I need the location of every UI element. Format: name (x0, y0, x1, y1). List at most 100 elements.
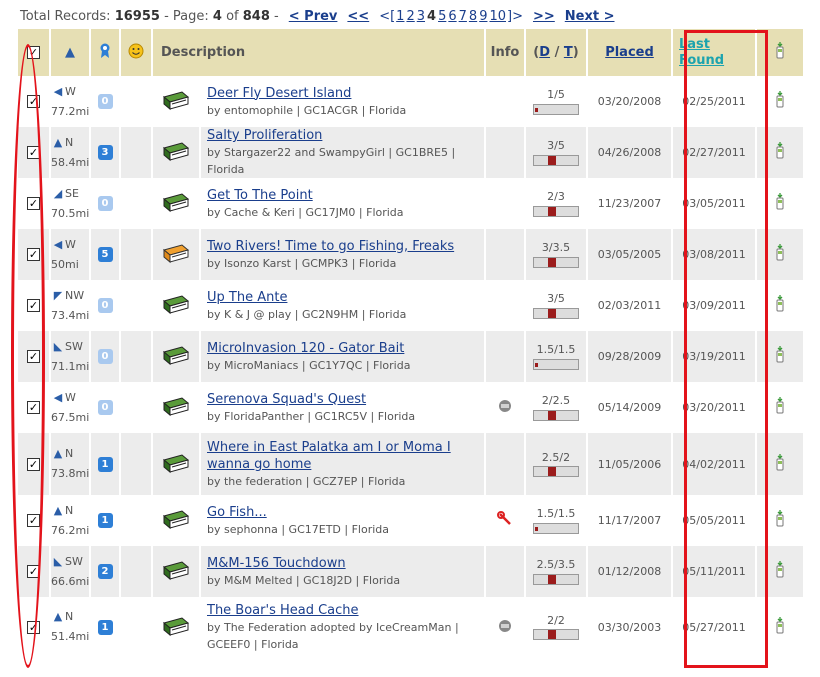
description-cell: MicroInvasion 120 - Gator Bait by MicroMa… (200, 331, 486, 382)
cache-type-cell (152, 546, 201, 597)
description-cell: Salty Proliferation by Stargazer22 and Sw… (200, 127, 486, 178)
distance-label: 50mi (51, 257, 79, 271)
placed-date: 03/30/2003 (587, 597, 673, 657)
cache-type-cell (152, 331, 201, 382)
favorites-badge: 0 (97, 349, 113, 364)
description-cell: Up The Ante by K & J @ play | GC2N9HM | F… (200, 280, 486, 331)
spacer-cell (120, 229, 153, 280)
page-number-link[interactable]: 6 (448, 9, 456, 24)
difficulty-terrain-cell: 1.5/1.5 (525, 495, 588, 546)
dt-rating-bar (533, 573, 579, 585)
page-number-link[interactable]: 10 (489, 9, 506, 24)
page-number-link[interactable]: 9 (479, 9, 487, 24)
description-cell: Get To The Point by Cache & Keri | GC17JM… (200, 178, 486, 229)
page-number-link[interactable]: 7 (459, 9, 467, 24)
difficulty-sort-link[interactable]: D (539, 45, 550, 60)
description-header: Description (152, 29, 486, 76)
favorites-cell: 0 (90, 76, 121, 127)
cache-name-link[interactable]: Serenova Squad's Quest (207, 392, 366, 407)
cache-name-link[interactable]: Up The Ante (207, 290, 287, 305)
gps-download-icon (776, 295, 784, 312)
info-cell (485, 127, 526, 178)
page-number-link[interactable]: 1 (396, 9, 404, 24)
direction-label: SW (65, 339, 83, 353)
favorites-cell: 3 (90, 127, 121, 178)
cache-type-icon (162, 510, 190, 533)
direction-cell: ◤ NW 73.4mi (50, 280, 91, 331)
total-records-count: 16955 (114, 8, 160, 24)
cache-type-icon (162, 397, 190, 420)
direction-arrow-icon: ◣ (53, 339, 63, 353)
prev-page-link[interactable]: < Prev (289, 9, 338, 24)
direction-cell: ◣ SW 66.6mi (50, 546, 91, 597)
page-number-link[interactable]: 3 (417, 9, 425, 24)
favorites-cell: 0 (90, 331, 121, 382)
spacer-cell (120, 331, 153, 382)
direction-arrow-icon: ◤ (53, 288, 63, 302)
gps-download-icon (776, 91, 784, 108)
cache-owner-line: by M&M Melted | GC18J2D | Florida (207, 573, 401, 587)
last-page-link[interactable]: >> (533, 9, 555, 24)
page-number-link[interactable]: 2 (406, 9, 414, 24)
next-page-link[interactable]: Next > (565, 9, 615, 24)
page-number-link[interactable]: 4 (427, 9, 436, 24)
cache-name-link[interactable]: Salty Proliferation (207, 128, 322, 143)
spacer-cell (120, 546, 153, 597)
favorites-badge: 5 (97, 247, 113, 262)
cache-name-link[interactable]: M&M-156 Touchdown (207, 556, 346, 571)
distance-label: 76.2mi (51, 523, 90, 537)
direction-cell: ◀ W 50mi (50, 229, 91, 280)
placed-date: 11/05/2006 (587, 433, 673, 495)
dt-rating-bar (533, 256, 579, 268)
dt-rating-bar (533, 409, 579, 421)
cache-name-link[interactable]: The Boar's Head Cache (207, 603, 359, 618)
description-cell: Where in East Palatka am I or Moma I wan… (200, 433, 486, 495)
info-cell (485, 495, 526, 546)
cache-name-link[interactable]: Go Fish... (207, 505, 267, 520)
distance-label: 67.5mi (51, 410, 90, 424)
gps-download-icon (776, 193, 784, 210)
page-number-link[interactable]: 8 (469, 9, 477, 24)
cache-name-link[interactable]: MicroInvasion 120 - Gator Bait (207, 341, 404, 356)
first-page-link[interactable]: << (347, 9, 369, 24)
gps-download-icon (776, 397, 784, 414)
of-label: of (226, 8, 239, 24)
direction-arrow-icon: ◀ (53, 390, 63, 404)
cache-name-link[interactable]: Get To The Point (207, 188, 313, 203)
travel-bug-icon (499, 619, 511, 632)
cache-type-icon (162, 295, 190, 318)
distance-label: 66.6mi (51, 574, 90, 588)
spacer-cell (120, 280, 153, 331)
cache-name-link[interactable]: Two Rivers! Time to go Fishing, Freaks (207, 239, 454, 254)
direction-cell: ◢ SE 70.5mi (50, 178, 91, 229)
page-number-link[interactable]: 5 (438, 9, 446, 24)
difficulty-terrain-cell: 2.5/2 (525, 433, 588, 495)
smiley-header[interactable] (120, 29, 153, 76)
cache-type-icon (162, 616, 190, 640)
direction-cell: ◀ W 67.5mi (50, 382, 91, 433)
cache-type-icon (162, 561, 190, 584)
placed-date: 09/28/2009 (587, 331, 673, 382)
cache-name-link[interactable]: Deer Fly Desert Island (207, 86, 351, 101)
cache-type-icon (162, 91, 190, 114)
placed-date: 03/05/2005 (587, 229, 673, 280)
placed-sort-link[interactable]: Placed (605, 45, 654, 60)
favorites-header[interactable] (90, 29, 121, 76)
difficulty-terrain-cell: 3/5 (525, 280, 588, 331)
difficulty-terrain-cell: 3/3.5 (525, 229, 588, 280)
direction-label: SE (65, 186, 79, 200)
direction-header[interactable]: ▲ (50, 29, 91, 76)
ribbon-icon (100, 43, 110, 58)
info-cell (485, 178, 526, 229)
terrain-sort-link[interactable]: T (564, 45, 573, 60)
cache-type-icon (162, 244, 190, 267)
placed-date: 03/20/2008 (587, 76, 673, 127)
direction-label: N (65, 503, 74, 517)
difficulty-terrain-cell: 1/5 (525, 76, 588, 127)
cache-type-cell (152, 178, 201, 229)
direction-label: N (65, 610, 74, 623)
placed-date: 04/26/2008 (587, 127, 673, 178)
gps-download-icon (776, 244, 784, 261)
cache-name-link[interactable]: Where in East Palatka am I or Moma I wan… (207, 440, 451, 472)
dt-header: (D / T) (525, 29, 588, 76)
